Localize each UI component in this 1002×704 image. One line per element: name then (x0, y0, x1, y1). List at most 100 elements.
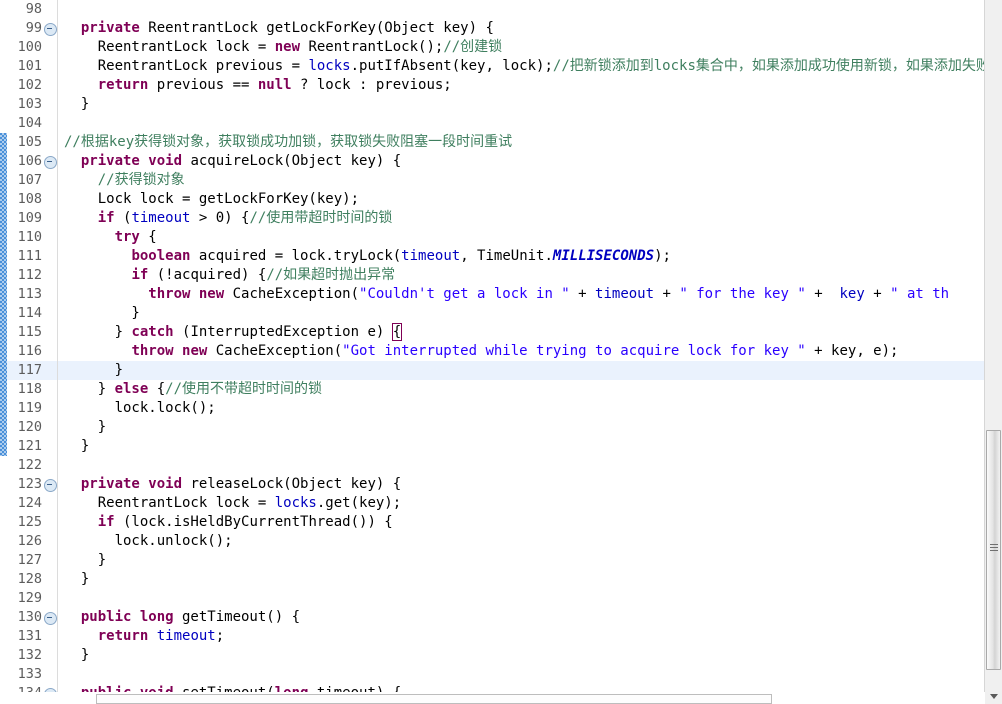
code-line[interactable]: 125 if (lock.isHeldByCurrentThread()) { (0, 513, 1002, 532)
code-line[interactable]: 112 if (!acquired) {//如果超时抛出异常 (0, 266, 1002, 285)
code-line[interactable]: 131 return timeout; (0, 627, 1002, 646)
code-text[interactable]: private ReentrantLock getLockForKey(Obje… (58, 19, 494, 38)
code-line[interactable]: 104 (0, 114, 1002, 133)
code-token: + (569, 286, 596, 302)
fold-collapse-icon[interactable] (44, 156, 57, 169)
line-number: 116 (17, 343, 42, 359)
code-text[interactable]: if (lock.isHeldByCurrentThread()) { (58, 513, 393, 532)
code-line[interactable]: 129 (0, 589, 1002, 608)
code-line[interactable]: 127 } (0, 551, 1002, 570)
code-token: } (64, 571, 90, 587)
code-text[interactable]: } (58, 361, 123, 380)
fold-collapse-icon[interactable] (44, 23, 57, 36)
code-line[interactable]: 107 //获得锁对象 (0, 171, 1002, 190)
code-line[interactable]: 113 throw new CacheException("Couldn't g… (0, 285, 1002, 304)
code-line[interactable]: 101 ReentrantLock previous = locks.putIf… (0, 57, 1002, 76)
code-token: //把新锁添加到locks集合中，如果添加成功使用新锁，如果添加失败则使用 (552, 58, 1002, 74)
code-text[interactable]: throw new CacheException("Got interrupte… (58, 342, 898, 361)
code-line[interactable]: 99 private ReentrantLock getLockForKey(O… (0, 19, 1002, 38)
code-line[interactable]: 133 (0, 665, 1002, 684)
code-line[interactable]: 98 (0, 0, 1002, 19)
code-text[interactable]: } else {//使用不带超时时间的锁 (58, 380, 322, 399)
code-line[interactable]: 109 if (timeout > 0) {//使用带超时时间的锁 (0, 209, 1002, 228)
code-line[interactable]: 100 ReentrantLock lock = new ReentrantLo… (0, 38, 1002, 57)
code-token: //获得锁对象 (97, 172, 185, 188)
code-token: ; (215, 628, 225, 644)
code-line[interactable]: 110 try { (0, 228, 1002, 247)
code-token: + (805, 286, 832, 302)
code-editor[interactable]: 98 99 private ReentrantLock getLockForKey… (0, 0, 1002, 704)
code-token: acquireLock(Object key) { (182, 153, 402, 169)
scroll-down-arrow-icon[interactable] (985, 687, 1002, 704)
code-line[interactable]: 124 ReentrantLock lock = locks.get(key); (0, 494, 1002, 513)
code-token: + (864, 286, 891, 302)
code-line[interactable]: 123 private void releaseLock(Object key)… (0, 475, 1002, 494)
horizontal-scrollbar[interactable] (0, 692, 985, 704)
code-text[interactable]: ReentrantLock previous = locks.putIfAbse… (58, 57, 1002, 76)
code-line[interactable]: 121 } (0, 437, 1002, 456)
code-text[interactable]: return previous == null ? lock : previou… (58, 76, 452, 95)
code-text[interactable]: private void acquireLock(Object key) { (58, 152, 401, 171)
vertical-scrollbar-track[interactable] (985, 0, 1002, 428)
code-line[interactable]: 130 public long getTimeout() { (0, 608, 1002, 627)
code-text[interactable]: private void releaseLock(Object key) { (58, 475, 401, 494)
code-text[interactable]: } (58, 570, 89, 589)
fold-collapse-icon[interactable] (44, 612, 57, 625)
code-line[interactable]: 116 throw new CacheException("Got interr… (0, 342, 1002, 361)
line-number: 123 (17, 476, 42, 492)
line-number: 112 (17, 267, 42, 283)
line-number: 125 (17, 514, 42, 530)
code-line[interactable]: 119 lock.lock(); (0, 399, 1002, 418)
code-line[interactable]: 114 } (0, 304, 1002, 323)
code-text[interactable]: } (58, 418, 106, 437)
code-text[interactable]: lock.unlock(); (58, 532, 233, 551)
vertical-scrollbar-thumb[interactable] (986, 430, 1001, 670)
code-text[interactable]: } (58, 437, 89, 456)
code-line[interactable]: 105 //根据key获得锁对象，获取锁成功加锁，获取锁失败阻塞一段时间重试 (0, 133, 1002, 152)
code-token: "Couldn't get a lock in " (359, 286, 570, 302)
vertical-scrollbar[interactable] (984, 0, 1002, 704)
code-text[interactable]: if (timeout > 0) {//使用带超时时间的锁 (58, 209, 393, 228)
code-line[interactable]: 111 boolean acquired = lock.tryLock(time… (0, 247, 1002, 266)
code-text[interactable]: throw new CacheException("Couldn't get a… (58, 285, 949, 304)
code-line[interactable]: 115 } catch (InterruptedException e) { (0, 323, 1002, 342)
code-text[interactable]: try { (58, 228, 157, 247)
code-text[interactable]: //根据key获得锁对象，获取锁成功加锁，获取锁失败阻塞一段时间重试 (58, 133, 512, 152)
code-line[interactable]: 120 } (0, 418, 1002, 437)
code-text[interactable]: } catch (InterruptedException e) { (58, 323, 403, 342)
code-text[interactable]: } (58, 646, 89, 665)
code-line[interactable]: 132 } (0, 646, 1002, 665)
code-line[interactable]: 126 lock.unlock(); (0, 532, 1002, 551)
code-line[interactable]: 108 Lock lock = getLockForKey(key); (0, 190, 1002, 209)
code-line[interactable]: 118 } else {//使用不带超时时间的锁 (0, 380, 1002, 399)
code-text[interactable]: public long getTimeout() { (58, 608, 300, 627)
code-token: new (274, 39, 301, 55)
code-text[interactable]: } (58, 95, 89, 114)
code-token: timeout (156, 628, 216, 644)
code-line[interactable]: 117 } (0, 361, 1002, 380)
code-text[interactable]: lock.lock(); (58, 399, 216, 418)
code-line[interactable]: 122 (0, 456, 1002, 475)
line-number: 109 (17, 210, 42, 226)
code-text[interactable]: Lock lock = getLockForKey(key); (58, 190, 359, 209)
line-number: 108 (17, 191, 42, 207)
code-text[interactable]: ReentrantLock lock = locks.get(key); (58, 494, 401, 513)
horizontal-scrollbar-thumb[interactable] (96, 694, 772, 704)
code-token: if (97, 514, 115, 530)
code-text[interactable]: } (58, 551, 106, 570)
code-text[interactable]: ReentrantLock lock = new ReentrantLock()… (58, 38, 502, 57)
code-text[interactable]: return timeout; (58, 627, 224, 646)
fold-collapse-icon[interactable] (44, 479, 57, 492)
code-line[interactable]: 103 } (0, 95, 1002, 114)
code-text[interactable]: boolean acquired = lock.tryLock(timeout,… (58, 247, 670, 266)
code-text[interactable]: } (58, 304, 139, 323)
code-token: ReentrantLock lock = (64, 495, 275, 511)
code-text[interactable]: //获得锁对象 (58, 171, 185, 190)
line-number: 119 (17, 400, 42, 416)
code-line[interactable]: 102 return previous == null ? lock : pre… (0, 76, 1002, 95)
code-token: throw new (148, 286, 225, 302)
code-line[interactable]: 128 } (0, 570, 1002, 589)
code-line[interactable]: 106 private void acquireLock(Object key)… (0, 152, 1002, 171)
code-text[interactable]: if (!acquired) {//如果超时抛出异常 (58, 266, 395, 285)
